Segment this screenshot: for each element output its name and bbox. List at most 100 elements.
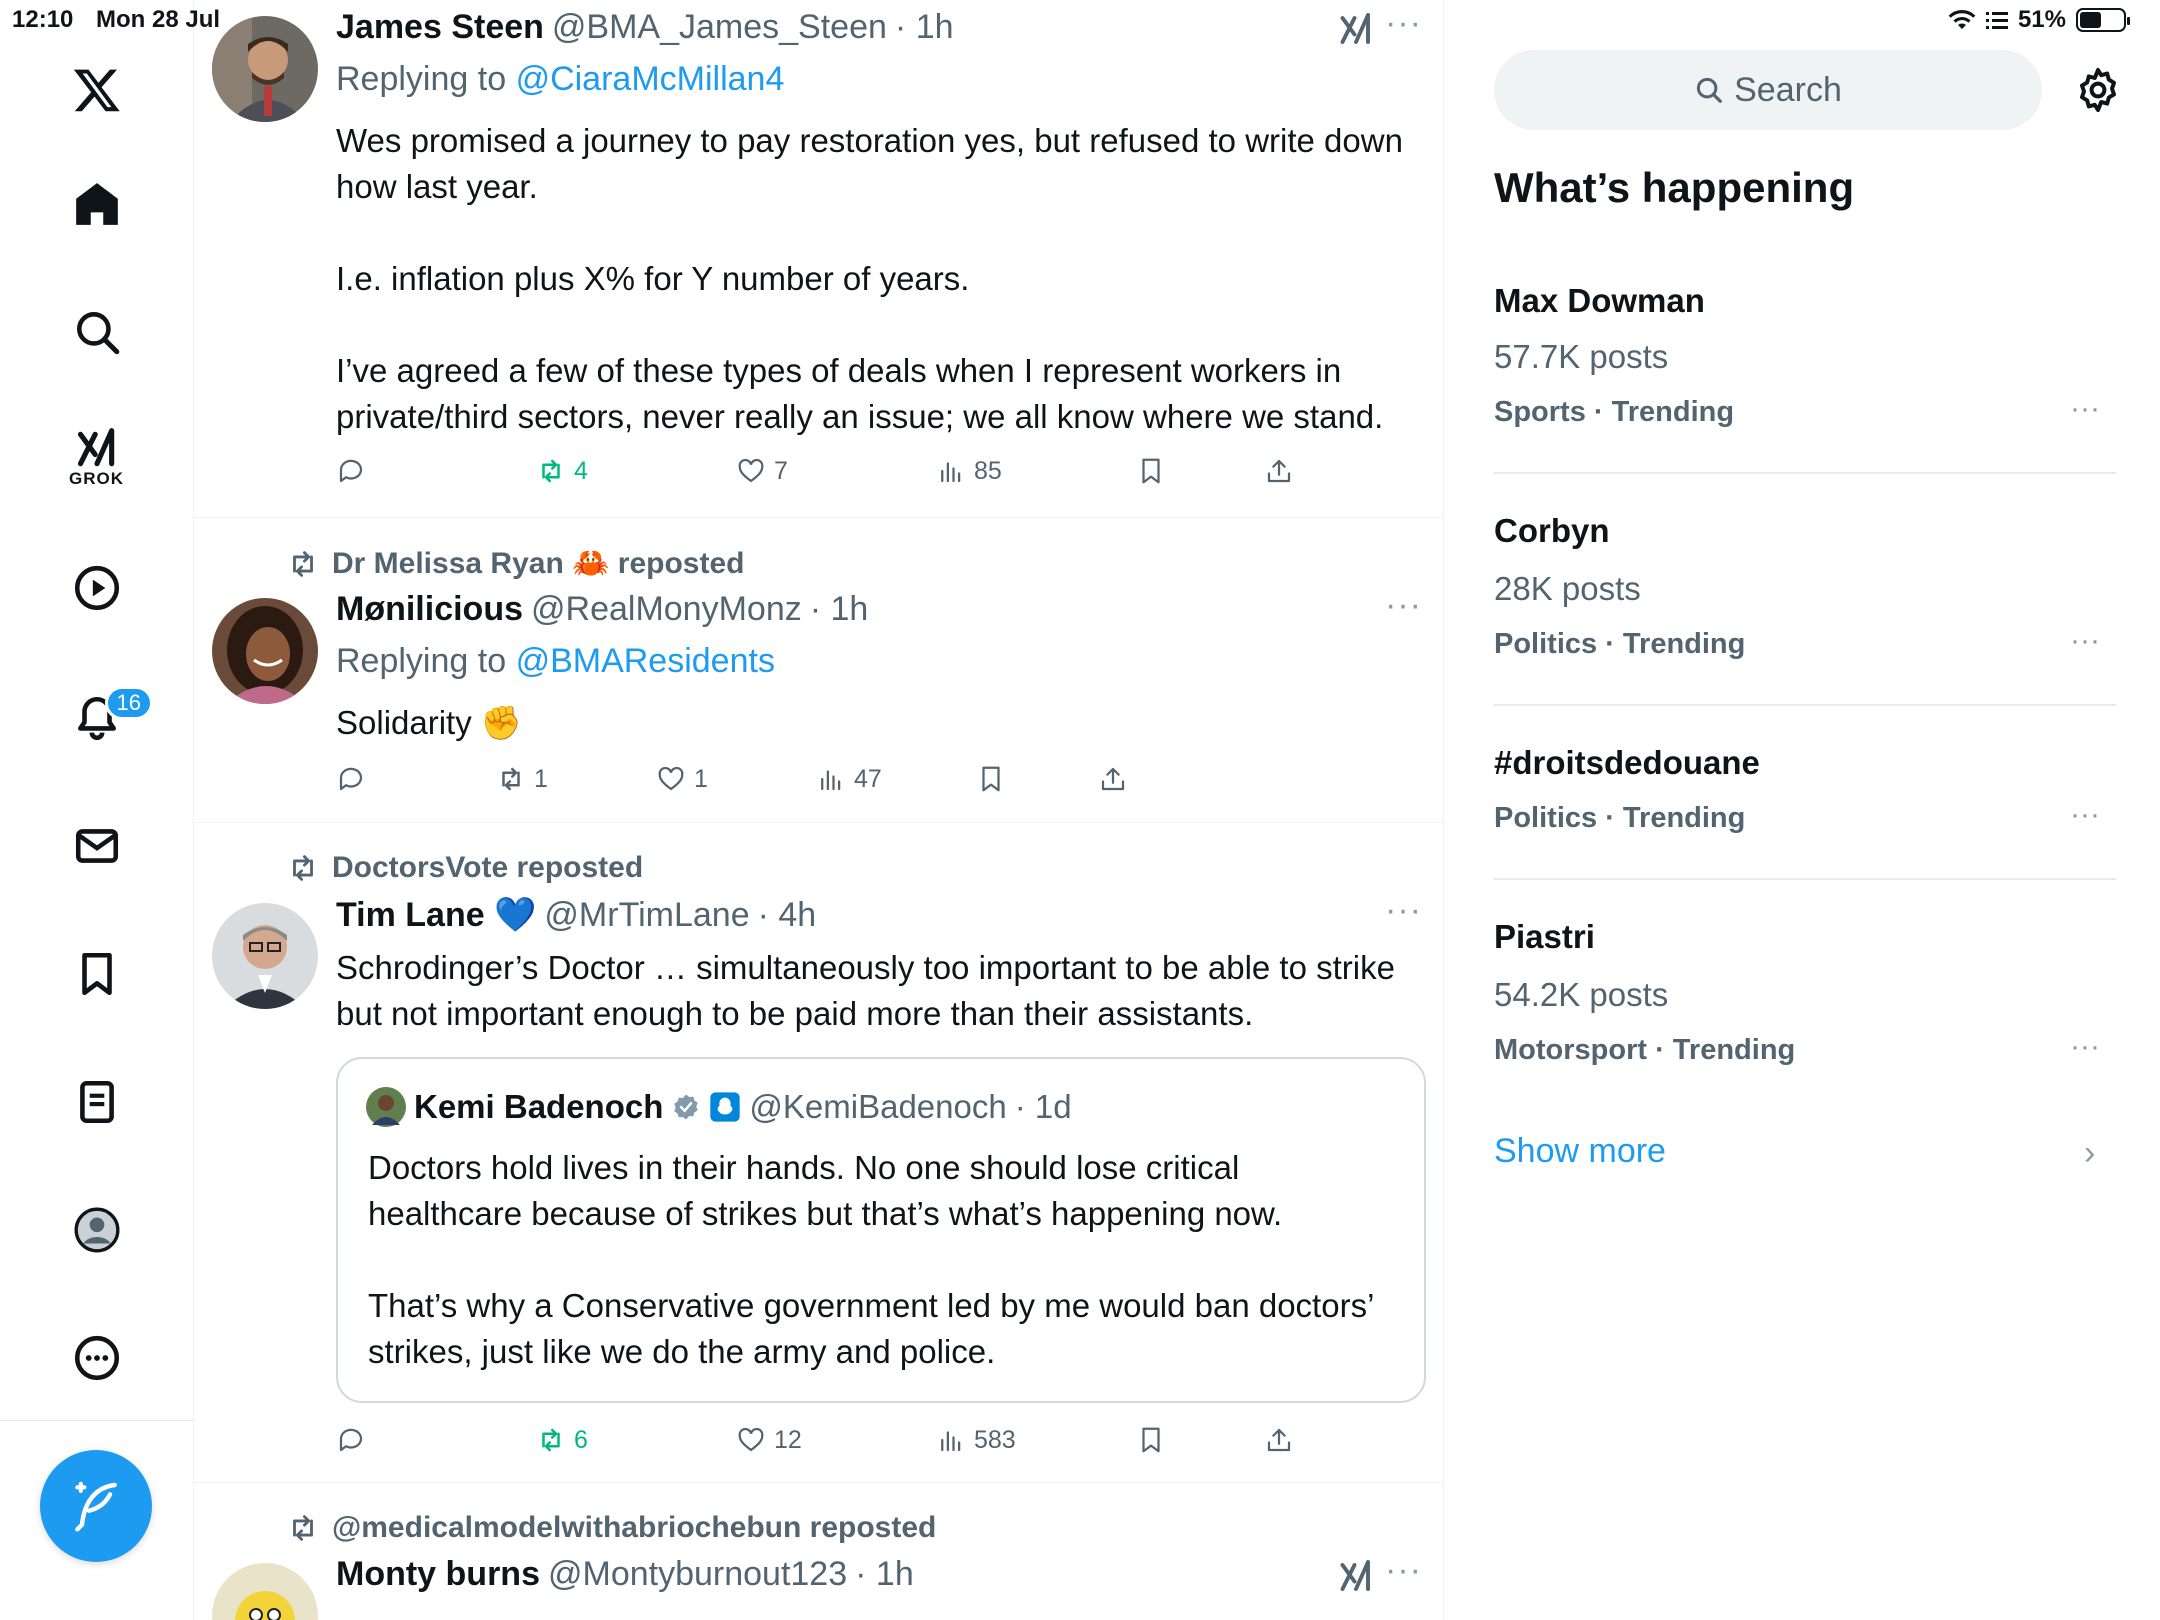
repost-button[interactable]: 4: [536, 456, 588, 486]
status-date: Mon 28 Jul: [96, 6, 221, 33]
trend-item[interactable]: Piastri 54.2K posts Motorsport · Trendin…: [1494, 880, 2116, 1080]
author-name[interactable]: Tim Lane 💙: [336, 895, 536, 935]
reply-button[interactable]: [336, 764, 374, 794]
reposted-by: Dr Melissa Ryan 🦀 reposted: [286, 546, 745, 581]
repost-button[interactable]: 1: [496, 764, 548, 794]
reply-icon: [339, 767, 363, 791]
views-icon: [941, 462, 961, 483]
quoted-author-name[interactable]: Kemi Badenoch: [414, 1088, 663, 1126]
tweet-time[interactable]: · 4h: [758, 896, 817, 935]
search-icon[interactable]: [57, 292, 137, 372]
notifications-nav-item[interactable]: 16: [57, 678, 153, 758]
right-column: Search What’s happening Max Dowman 57.7K…: [1444, 0, 2160, 1620]
trend-category: Motorsport · Trending: [1494, 1034, 1796, 1066]
reply-to-link[interactable]: @CiaraMcMillan4: [516, 60, 785, 98]
tweet-time[interactable]: · 1h: [855, 1555, 914, 1594]
search-input[interactable]: Search: [1494, 50, 2042, 130]
reply-to: Replying to @CiaraMcMillan4: [336, 60, 784, 99]
avatar[interactable]: [212, 1563, 318, 1620]
avatar[interactable]: [212, 903, 318, 1009]
reply-icon: [339, 1428, 363, 1452]
reposted-by-text[interactable]: @medicalmodelwithabriochebun reposted: [332, 1511, 936, 1545]
video-icon[interactable]: [57, 548, 137, 628]
more-icon[interactable]: ···: [1385, 1551, 1422, 1590]
share-icon: [1267, 1428, 1291, 1452]
quoted-tweet[interactable]: Kemi Badenoch @KemiBadenoch · 1d Doctors…: [336, 1057, 1426, 1403]
search-placeholder: Search: [1734, 70, 1842, 109]
grok-icon[interactable]: [1338, 1559, 1374, 1595]
list-status-icon: [1985, 12, 2008, 29]
like-button[interactable]: 12: [736, 1425, 802, 1455]
like-count: 12: [774, 1425, 802, 1454]
repost-icon: [293, 1515, 313, 1541]
tweet[interactable]: DoctorsVote reposted Tim Lane 💙 @MrTimLa…: [194, 823, 1443, 1483]
views-button[interactable]: 85: [936, 456, 1002, 486]
more-icon[interactable]: ···: [2070, 624, 2100, 658]
home-icon[interactable]: [57, 164, 137, 244]
mail-icon[interactable]: [57, 806, 137, 886]
avatar[interactable]: [212, 598, 318, 704]
more-icon[interactable]: ···: [2070, 392, 2100, 426]
compose-button[interactable]: [40, 1450, 152, 1562]
bookmark-button[interactable]: [1136, 456, 1166, 486]
repost-icon: [293, 550, 313, 577]
share-button[interactable]: [1264, 456, 1294, 486]
heart-icon: [738, 458, 764, 483]
reply-icon: [339, 459, 363, 483]
author-handle[interactable]: @MrTimLane: [544, 896, 749, 935]
lists-icon[interactable]: [57, 1062, 137, 1142]
views-count: 47: [854, 764, 882, 793]
quoted-author-handle[interactable]: @KemiBadenoch: [749, 1088, 1006, 1126]
gear-icon[interactable]: [2074, 66, 2122, 114]
quoted-tweet-text: Doctors hold lives in their hands. No on…: [368, 1145, 1398, 1375]
trend-item[interactable]: Corbyn 28K posts Politics · Trending ···: [1494, 474, 2116, 706]
bookmark-button[interactable]: [976, 764, 1006, 794]
more-icon[interactable]: ···: [1385, 586, 1422, 625]
views-button[interactable]: 47: [816, 764, 882, 794]
views-icon: [941, 1431, 961, 1452]
status-time: 12:10: [12, 6, 74, 33]
profile-icon[interactable]: [57, 1190, 137, 1270]
views-count: 583: [974, 1425, 1016, 1454]
trend-item[interactable]: #droitsdedouane Politics · Trending ···: [1494, 706, 2116, 880]
whats-happening-title: What’s happening: [1494, 164, 1855, 211]
share-button[interactable]: [1098, 764, 1128, 794]
like-button[interactable]: 7: [736, 456, 788, 486]
bookmark-icon[interactable]: [57, 934, 137, 1014]
reply-button[interactable]: [336, 456, 374, 486]
quoted-tweet-time[interactable]: · 1d: [1015, 1088, 1072, 1126]
reposted-by-text[interactable]: Dr Melissa Ryan 🦀 reposted: [332, 546, 745, 581]
tweet[interactable]: @medicalmodelwithabriochebun reposted Mo…: [194, 1483, 1443, 1620]
tweet[interactable]: Dr Melissa Ryan 🦀 reposted Mønilicious @…: [194, 518, 1443, 823]
more-icon[interactable]: ···: [2070, 1030, 2100, 1064]
reply-label: Replying to: [336, 60, 507, 98]
like-button[interactable]: 1: [656, 764, 708, 794]
trend-item[interactable]: Max Dowman 57.7K posts Sports · Trending…: [1494, 270, 2116, 474]
more-icon[interactable]: ···: [2070, 798, 2100, 832]
author-name[interactable]: Mønilicious: [336, 590, 523, 629]
repost-icon: [542, 459, 560, 483]
reply-button[interactable]: [336, 1425, 374, 1455]
repost-button[interactable]: 6: [536, 1425, 588, 1455]
tweet-time[interactable]: · 1h: [810, 590, 869, 629]
tweet[interactable]: James Steen @BMA_James_Steen · 1h ··· ••…: [194, 0, 1443, 518]
compose-icon: [75, 1481, 117, 1532]
more-icon[interactable]: ···: [1385, 891, 1422, 930]
share-button[interactable]: [1264, 1425, 1294, 1455]
quoted-tweet-header: Kemi Badenoch @KemiBadenoch · 1d: [366, 1087, 1072, 1127]
tweet-text: Schrodinger’s Doctor … simultaneously to…: [336, 945, 1426, 1037]
reposted-by-text[interactable]: DoctorsVote reposted: [332, 851, 643, 885]
more-circle-icon[interactable]: [57, 1318, 137, 1398]
timeline: James Steen @BMA_James_Steen · 1h ··· ••…: [194, 0, 1444, 1620]
bookmark-button[interactable]: [1136, 1425, 1166, 1455]
views-button[interactable]: 583: [936, 1425, 1016, 1455]
status-right: 51%: [1948, 6, 2130, 34]
author-handle[interactable]: @RealMonyMonz: [531, 590, 802, 629]
show-more-link[interactable]: Show more: [1494, 1132, 1666, 1171]
author-handle[interactable]: @Montyburnout123: [548, 1555, 847, 1594]
grok-nav-item[interactable]: GROK: [57, 418, 137, 498]
author-name[interactable]: Monty burns: [336, 1555, 540, 1594]
avatar[interactable]: [366, 1087, 406, 1127]
reply-to-link[interactable]: @BMAResidents: [516, 642, 775, 680]
x-logo-icon[interactable]: [57, 50, 137, 130]
